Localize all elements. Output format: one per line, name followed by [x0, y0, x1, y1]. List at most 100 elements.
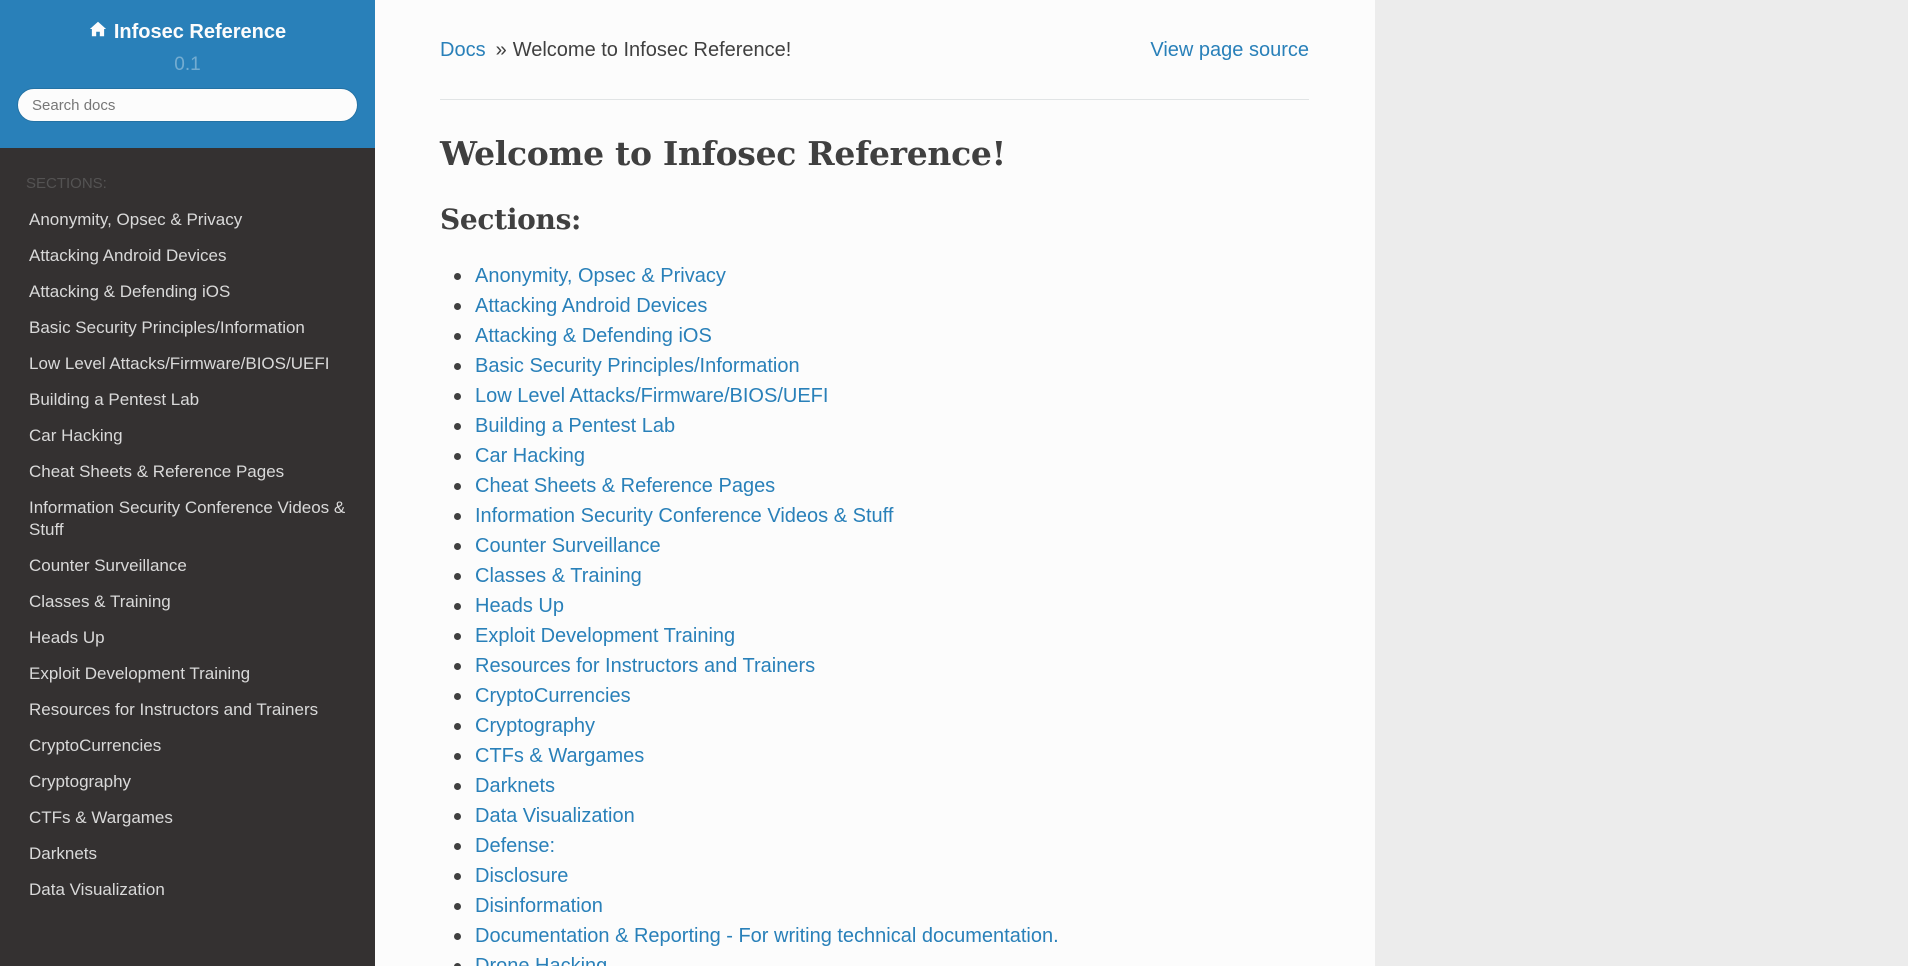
- toc-link[interactable]: Low Level Attacks/Firmware/BIOS/UEFI: [475, 381, 828, 411]
- breadcrumb-separator: »: [495, 39, 507, 61]
- toc-link[interactable]: Heads Up: [475, 591, 564, 621]
- toc-link[interactable]: Anonymity, Opsec & Privacy: [475, 261, 726, 291]
- toc-link[interactable]: Documentation & Reporting - For writing …: [475, 921, 1059, 951]
- list-item: Attacking Android Devices: [454, 291, 1309, 321]
- toc-link[interactable]: Exploit Development Training: [475, 621, 735, 651]
- toc-link[interactable]: Disclosure: [475, 861, 568, 891]
- list-item: CryptoCurrencies: [454, 681, 1309, 711]
- list-item: Attacking & Defending iOS: [454, 321, 1309, 351]
- search-input[interactable]: [17, 88, 358, 122]
- bullet-icon: [454, 512, 461, 520]
- toc-link[interactable]: Information Security Conference Videos &…: [475, 501, 893, 531]
- sidebar-item[interactable]: Building a Pentest Lab: [0, 382, 375, 418]
- sidebar-caption: Sections:: [26, 175, 107, 192]
- bullet-icon: [454, 812, 461, 820]
- home-icon: [89, 20, 107, 44]
- toc-link[interactable]: Disinformation: [475, 891, 603, 921]
- bullet-icon: [454, 452, 461, 460]
- list-item: Counter Surveillance: [454, 531, 1309, 561]
- bullet-icon: [454, 632, 461, 640]
- bullet-icon: [454, 422, 461, 430]
- list-item: Cryptography: [454, 711, 1309, 741]
- list-item: Information Security Conference Videos &…: [454, 501, 1309, 531]
- toc-link[interactable]: Cryptography: [475, 711, 595, 741]
- list-item: CTFs & Wargames: [454, 741, 1309, 771]
- toc-link[interactable]: Basic Security Principles/Information: [475, 351, 800, 381]
- sidebar-item[interactable]: Car Hacking: [0, 418, 375, 454]
- toc-link[interactable]: Car Hacking: [475, 441, 585, 471]
- sidebar-nav: Anonymity, Opsec & Privacy Attacking Andr…: [0, 202, 375, 908]
- sidebar-item[interactable]: Data Visualization: [0, 872, 375, 908]
- sidebar-item[interactable]: Information Security Conference Videos &…: [0, 490, 375, 548]
- sidebar-item[interactable]: Basic Security Principles/Information: [0, 310, 375, 346]
- list-item: Exploit Development Training: [454, 621, 1309, 651]
- bullet-icon: [454, 392, 461, 400]
- bullet-icon: [454, 932, 461, 940]
- bullet-icon: [454, 752, 461, 760]
- list-item: Disinformation: [454, 891, 1309, 921]
- toc-link[interactable]: Defense:: [475, 831, 555, 861]
- bullet-icon: [454, 332, 461, 340]
- sidebar-item[interactable]: CTFs & Wargames: [0, 800, 375, 836]
- sidebar-item[interactable]: Anonymity, Opsec & Privacy: [0, 202, 375, 238]
- sidebar-item[interactable]: Resources for Instructors and Trainers: [0, 692, 375, 728]
- sidebar-header: Infosec Reference 0.1: [0, 0, 375, 148]
- toc-link[interactable]: Classes & Training: [475, 561, 642, 591]
- page-title: Welcome to Infosec Reference!: [440, 134, 1006, 173]
- list-item: Resources for Instructors and Trainers: [454, 651, 1309, 681]
- view-source-link[interactable]: View page source: [1150, 39, 1309, 62]
- list-item: Data Visualization: [454, 801, 1309, 831]
- toc-link[interactable]: Attacking & Defending iOS: [475, 321, 712, 351]
- sidebar-item[interactable]: Low Level Attacks/Firmware/BIOS/UEFI: [0, 346, 375, 382]
- sidebar-item[interactable]: Heads Up: [0, 620, 375, 656]
- toc-link[interactable]: Darknets: [475, 771, 555, 801]
- toc-link[interactable]: CTFs & Wargames: [475, 741, 644, 771]
- list-item: Car Hacking: [454, 441, 1309, 471]
- bullet-icon: [454, 272, 461, 280]
- list-item: Cheat Sheets & Reference Pages: [454, 471, 1309, 501]
- toc-link[interactable]: Attacking Android Devices: [475, 291, 707, 321]
- bullet-icon: [454, 962, 461, 966]
- sidebar-item[interactable]: Cryptography: [0, 764, 375, 800]
- list-item: Drone Hacking: [454, 951, 1309, 966]
- bullet-icon: [454, 662, 461, 670]
- breadcrumb-current: Welcome to Infosec Reference!: [512, 39, 792, 61]
- sidebar-item[interactable]: Attacking Android Devices: [0, 238, 375, 274]
- breadcrumb: Docs » Welcome to Infosec Reference! Vie…: [440, 0, 1309, 100]
- toc-link[interactable]: Cheat Sheets & Reference Pages: [475, 471, 775, 501]
- sidebar-item[interactable]: Exploit Development Training: [0, 656, 375, 692]
- toc-link[interactable]: Drone Hacking: [475, 951, 607, 966]
- bullet-icon: [454, 782, 461, 790]
- search-form: [0, 88, 375, 122]
- sidebar-item[interactable]: Darknets: [0, 836, 375, 872]
- toc-link[interactable]: Counter Surveillance: [475, 531, 661, 561]
- list-item: Disclosure: [454, 861, 1309, 891]
- bullet-icon: [454, 692, 461, 700]
- list-item: Anonymity, Opsec & Privacy: [454, 261, 1309, 291]
- toc-link[interactable]: Data Visualization: [475, 801, 635, 831]
- list-item: Building a Pentest Lab: [454, 411, 1309, 441]
- brand-label: Infosec Reference: [113, 20, 287, 43]
- document: Docs » Welcome to Infosec Reference! Vie…: [375, 0, 1375, 966]
- toc-link[interactable]: Resources for Instructors and Trainers: [475, 651, 815, 681]
- toc-link[interactable]: Building a Pentest Lab: [475, 411, 675, 441]
- bullet-icon: [454, 362, 461, 370]
- toc-link[interactable]: CryptoCurrencies: [475, 681, 631, 711]
- bullet-icon: [454, 302, 461, 310]
- bullet-icon: [454, 572, 461, 580]
- bullet-icon: [454, 722, 461, 730]
- list-item: Defense:: [454, 831, 1309, 861]
- bullet-icon: [454, 602, 461, 610]
- sidebar-item[interactable]: Classes & Training: [0, 584, 375, 620]
- list-item: Low Level Attacks/Firmware/BIOS/UEFI: [454, 381, 1309, 411]
- sidebar-item[interactable]: Cheat Sheets & Reference Pages: [0, 454, 375, 490]
- breadcrumb-docs-link[interactable]: Docs: [440, 39, 486, 62]
- list-item: Darknets: [454, 771, 1309, 801]
- brand-link[interactable]: Infosec Reference: [89, 20, 286, 44]
- sidebar-item[interactable]: Attacking & Defending iOS: [0, 274, 375, 310]
- breadcrumb-trail: Docs » Welcome to Infosec Reference!: [440, 39, 791, 62]
- sidebar-item[interactable]: Counter Surveillance: [0, 548, 375, 584]
- sidebar-item[interactable]: CryptoCurrencies: [0, 728, 375, 764]
- list-item: Heads Up: [454, 591, 1309, 621]
- content-area: Docs » Welcome to Infosec Reference! Vie…: [375, 0, 1375, 966]
